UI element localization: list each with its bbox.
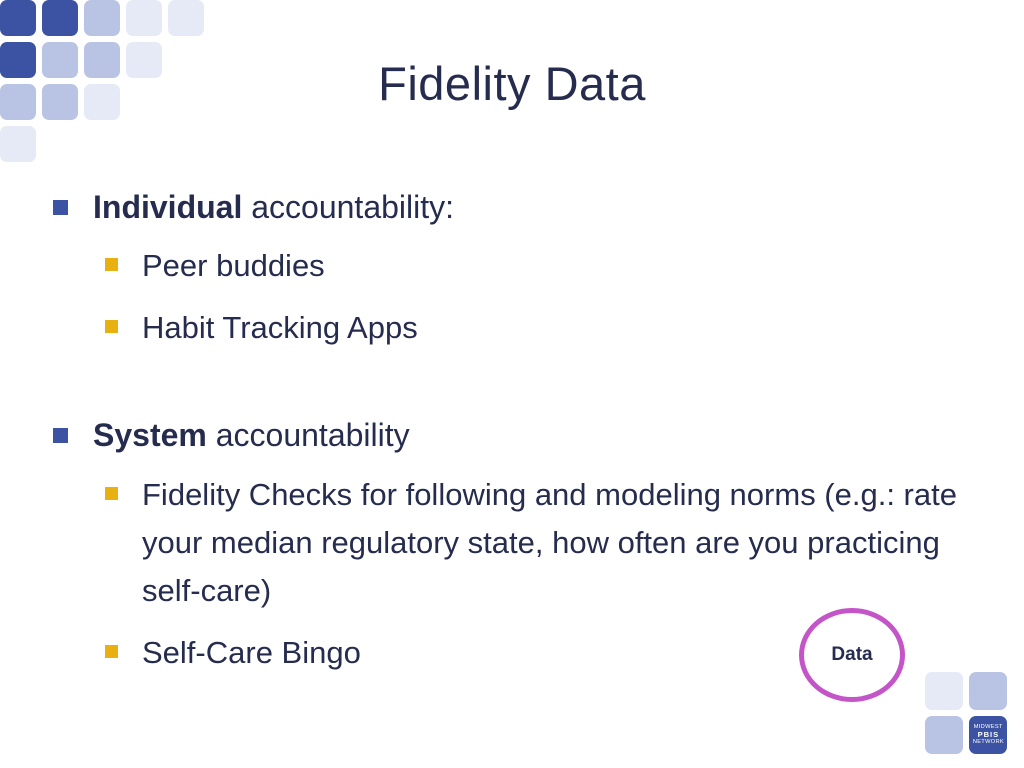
sub-bullet-square-icon <box>105 320 118 334</box>
decorative-tile-0 <box>0 0 36 36</box>
page-title: Fidelity Data <box>378 57 646 110</box>
bullet-level2-text: Self-Care Bingo <box>142 634 361 670</box>
bullet-level2-0-0: Peer buddies <box>48 242 978 290</box>
bullet-level1-1: System accountability <box>48 414 978 456</box>
bullet-level2-text: Habit Tracking Apps <box>142 310 418 346</box>
logo-tile-top-left <box>925 672 963 710</box>
decorative-tile-12 <box>0 126 36 162</box>
bullet-level2-text: Peer buddies <box>142 248 325 284</box>
data-annotation-circle: Data <box>799 608 905 702</box>
bullet-level1-lead: System <box>93 417 207 454</box>
data-annotation-label: Data <box>831 644 873 665</box>
bullet-level1-lead: Individual <box>93 189 243 225</box>
decorative-tile-2 <box>84 0 120 36</box>
logo-tile-wordmark: MIDWEST PBIS NETWORK <box>969 716 1007 754</box>
sub-bullet-square-icon <box>105 486 118 500</box>
bullet-level1-rest: accountability <box>206 417 410 454</box>
organization-logo: MIDWEST PBIS NETWORK <box>925 672 1013 756</box>
bullet-square-icon <box>53 428 68 444</box>
sub-bullet-square-icon <box>105 644 118 658</box>
logo-line-3: NETWORK <box>972 739 1004 745</box>
sub-bullet-square-icon <box>105 258 118 272</box>
decorative-tile-4 <box>168 0 204 36</box>
bullet-level2-text: Fidelity Checks for following and modeli… <box>142 476 957 608</box>
decorative-tile-3 <box>126 0 162 36</box>
bullet-square-icon <box>53 200 68 215</box>
logo-line-2: PBIS <box>977 730 999 739</box>
decorative-tile-1 <box>42 0 78 36</box>
logo-tile-bottom-left <box>925 716 963 754</box>
logo-tile-top-right <box>969 672 1007 710</box>
bullet-level1-0: Individual accountability: <box>48 186 978 228</box>
slide-body: Individual accountability: Peer buddies Ha… <box>48 186 978 677</box>
bullet-level2-1-0: Fidelity Checks for following and modeli… <box>48 471 978 615</box>
bullet-level1-rest: accountability: <box>242 189 455 225</box>
bullet-level2-0-1: Habit Tracking Apps <box>48 304 978 352</box>
